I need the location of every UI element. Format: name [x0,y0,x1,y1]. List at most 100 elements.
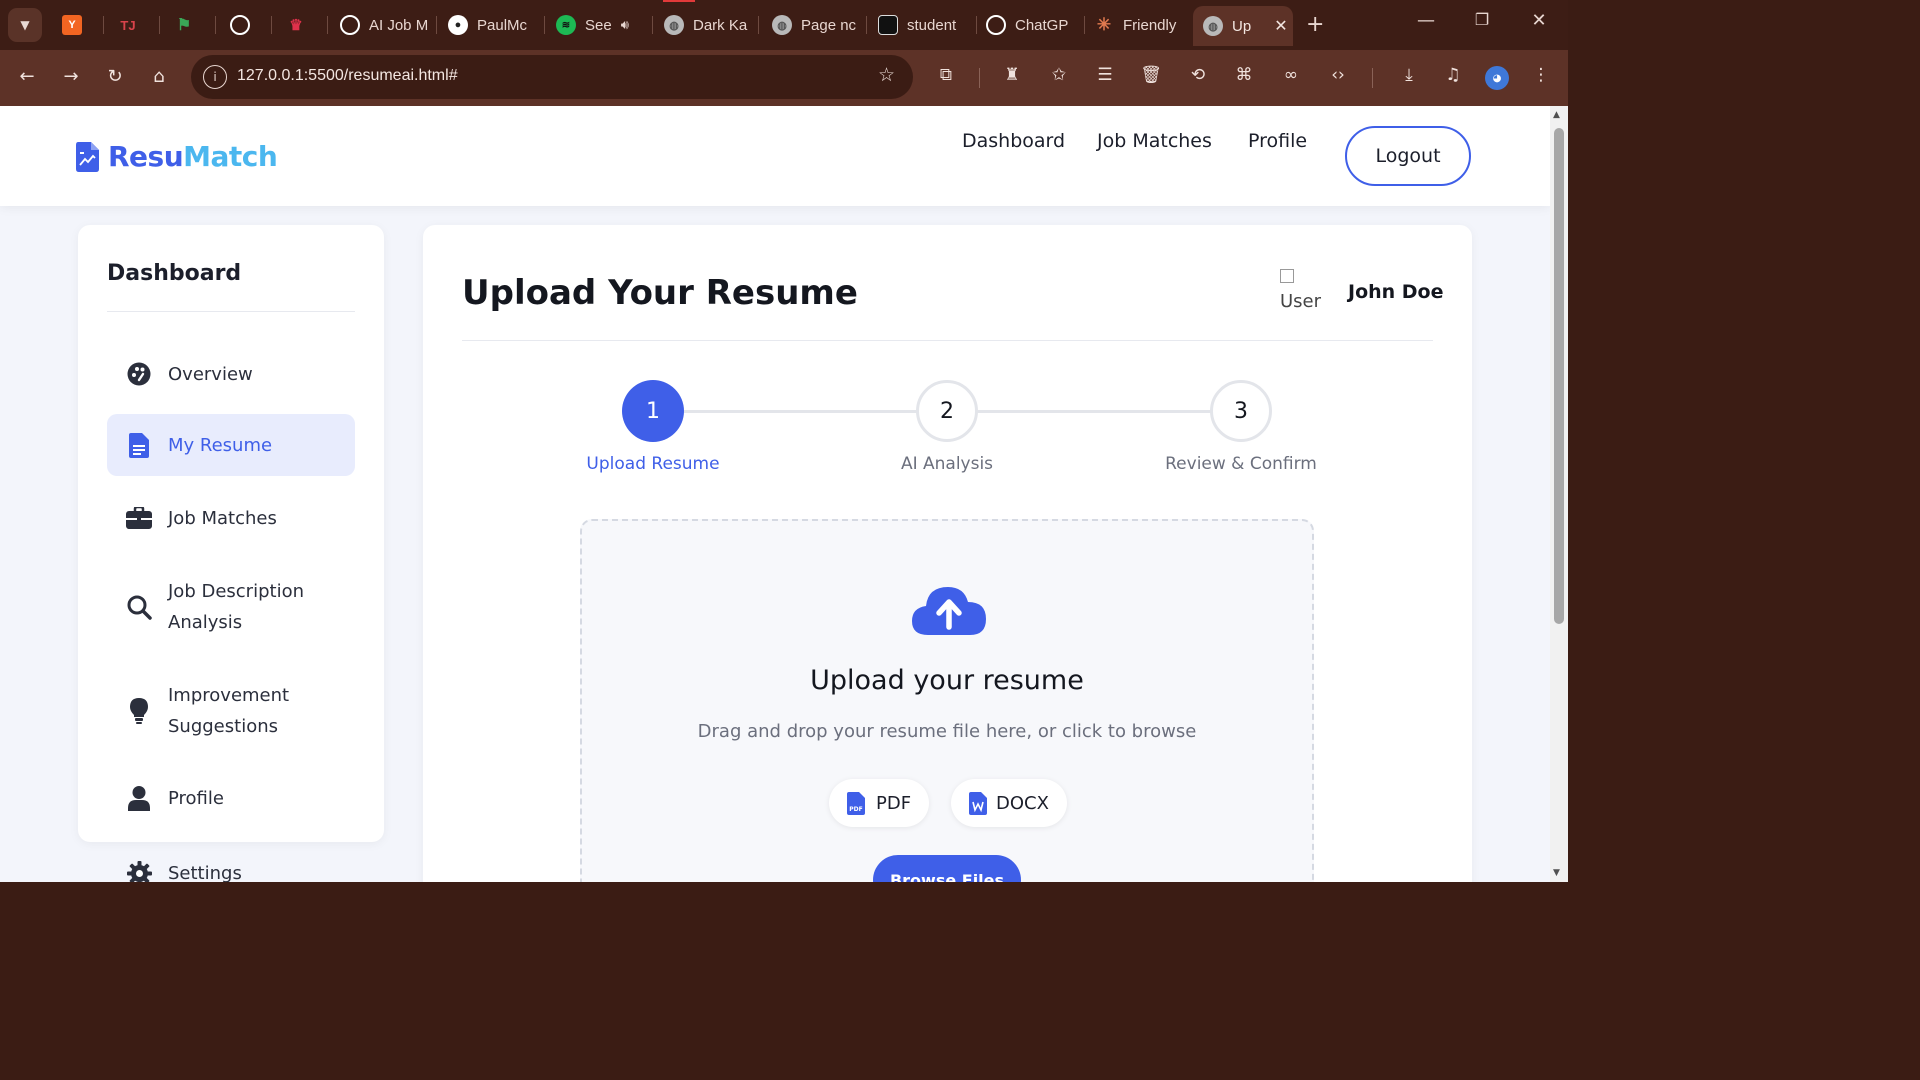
avatar-alt-text: User [1280,291,1322,312]
browser-tab[interactable]: ◍ Page nc [762,8,862,42]
step-2-circle[interactable]: 2 [916,380,978,442]
lightbulb-icon [121,698,157,724]
media-control-icon[interactable]: ♫ [1440,65,1466,85]
close-tab-icon[interactable]: ✕ [1274,16,1287,36]
browse-files-button[interactable]: Browse Files [873,855,1021,882]
logo-text-part1: Resu [108,140,184,173]
browser-tab[interactable]: ✳ Friendly [1084,8,1190,42]
search-icon [121,595,157,620]
sidebar-item-job-matches[interactable]: Job Matches [107,487,355,549]
reload-icon[interactable]: ↻ [102,66,128,87]
browser-tab[interactable]: ⚑ [164,8,208,42]
browser-tab[interactable]: ♛ [276,8,320,42]
tab-separator [215,16,216,34]
openai-icon [230,15,250,35]
forward-icon[interactable]: → [58,66,84,87]
format-chip-pdf: PDF PDF [829,779,930,827]
user-icon [121,785,157,811]
profile-avatar-icon[interactable]: ◕ [1485,66,1509,90]
sidebar-item-improvement-suggestions[interactable]: Improvement Suggestions [107,665,355,757]
tab-title: PaulMc [477,16,528,34]
restore-icon[interactable]: ❐ [1462,10,1502,29]
tab-separator [436,16,437,34]
menu-kebab-icon[interactable]: ⋮ [1528,65,1554,85]
nav-profile[interactable]: Profile [1248,130,1307,152]
step-2-label: AI Analysis [900,454,994,474]
reading-list-icon[interactable]: ☰ [1092,65,1118,85]
sidebar-item-label: Job Description Analysis [168,581,304,633]
history-icon[interactable]: ⟲ [1185,65,1211,85]
scroll-thumb[interactable] [1554,128,1564,624]
logo[interactable]: ResuMatch [76,140,278,173]
browser-tab[interactable] [220,8,264,42]
tab-separator [327,16,328,34]
browser-tab[interactable]: AI Job M [330,8,432,42]
favorites-icon[interactable]: ✩ [1046,65,1072,85]
incognito-icon[interactable]: ♜ [999,65,1025,85]
logo-text-part2: Match [183,140,278,173]
translate-icon[interactable]: ⌘ [1231,65,1257,85]
tab-separator [271,16,272,34]
close-window-icon[interactable]: ✕ [1519,10,1559,31]
header-divider [462,340,1433,341]
briefcase-icon [121,507,157,529]
browser-tab[interactable]: ChatGP [976,8,1080,42]
flag-icon: ⚑ [176,17,192,34]
y-combinator-icon: Y [62,15,82,35]
browser-tab[interactable]: Y [52,8,96,42]
scroll-down-icon[interactable]: ▼ [1553,868,1560,878]
sidebar-item-settings[interactable]: Settings [107,842,355,882]
browser-tab-active[interactable]: ◍ Up ✕ [1193,6,1293,46]
browser-tab[interactable]: ● PaulMc [438,8,540,42]
trash-icon[interactable]: 🗑︎ [1138,65,1164,85]
home-icon[interactable]: ⌂ [146,66,172,87]
code-icon[interactable]: ‹› [1325,65,1351,85]
step-3-circle[interactable]: 3 [1210,380,1272,442]
url-text[interactable]: 127.0.0.1:5500/resumeai.html# [237,67,458,85]
back-icon[interactable]: ← [14,66,40,87]
nav-job-matches[interactable]: Job Matches [1097,130,1212,152]
browser-tab[interactable]: ◍ Dark Ka [654,8,754,42]
tab-title: Dark Ka [693,16,748,34]
crown-icon: ♛ [289,17,303,34]
sidebar: Dashboard Overview My Resume Job Matches [78,225,384,882]
extensions-icon[interactable]: ⧉ [933,65,959,85]
new-tab-icon[interactable]: + [1306,12,1324,37]
upload-dropzone[interactable]: Upload your resume Drag and drop your re… [580,519,1314,882]
pdf-file-icon: PDF [847,791,865,815]
address-bar[interactable]: i 127.0.0.1:5500/resumeai.html# ☆ [191,55,913,99]
tab-separator [652,16,653,34]
palette-icon [121,362,157,386]
word-file-icon [969,791,987,815]
sidebar-item-label: Overview [168,363,253,385]
browser-tab[interactable]: TJ [108,8,152,42]
download-icon[interactable]: ⤓ [1396,65,1422,85]
sidebar-item-my-resume[interactable]: My Resume [107,414,355,476]
tab-search-button[interactable]: ▼ [8,8,42,42]
tj-icon: TJ [120,17,136,33]
browser-tab[interactable]: ≋ See 🔊︎ [546,8,650,42]
site-info-icon[interactable]: i [203,65,227,89]
broken-image-icon [1280,269,1294,283]
logout-button[interactable]: Logout [1345,126,1471,186]
sidebar-item-profile[interactable]: Profile [107,767,355,829]
sidebar-divider [107,311,355,312]
scroll-up-icon[interactable]: ▲ [1553,110,1560,120]
link-icon[interactable]: ∞ [1278,65,1304,85]
page-title: Upload Your Resume [462,273,858,313]
site-icon [878,15,898,35]
sidebar-item-job-description-analysis[interactable]: Job Description Analysis [107,560,355,654]
nav-dashboard[interactable]: Dashboard [962,130,1065,152]
browser-tab[interactable]: student [868,8,972,42]
page-scrollbar[interactable]: ▲ ▼ [1550,106,1568,882]
bookmark-star-icon[interactable]: ☆ [878,64,895,86]
globe-icon: ◍ [1203,16,1223,36]
sidebar-item-label: Profile [168,787,224,809]
sidebar-item-label: Settings [168,862,242,883]
step-1-circle[interactable]: 1 [622,380,684,442]
toolbar-separator [1372,68,1373,88]
sidebar-item-overview[interactable]: Overview [107,343,355,405]
minimize-icon[interactable]: — [1406,10,1446,31]
toolbar-separator [979,68,980,88]
speaker-icon[interactable]: 🔊︎ [621,17,629,33]
